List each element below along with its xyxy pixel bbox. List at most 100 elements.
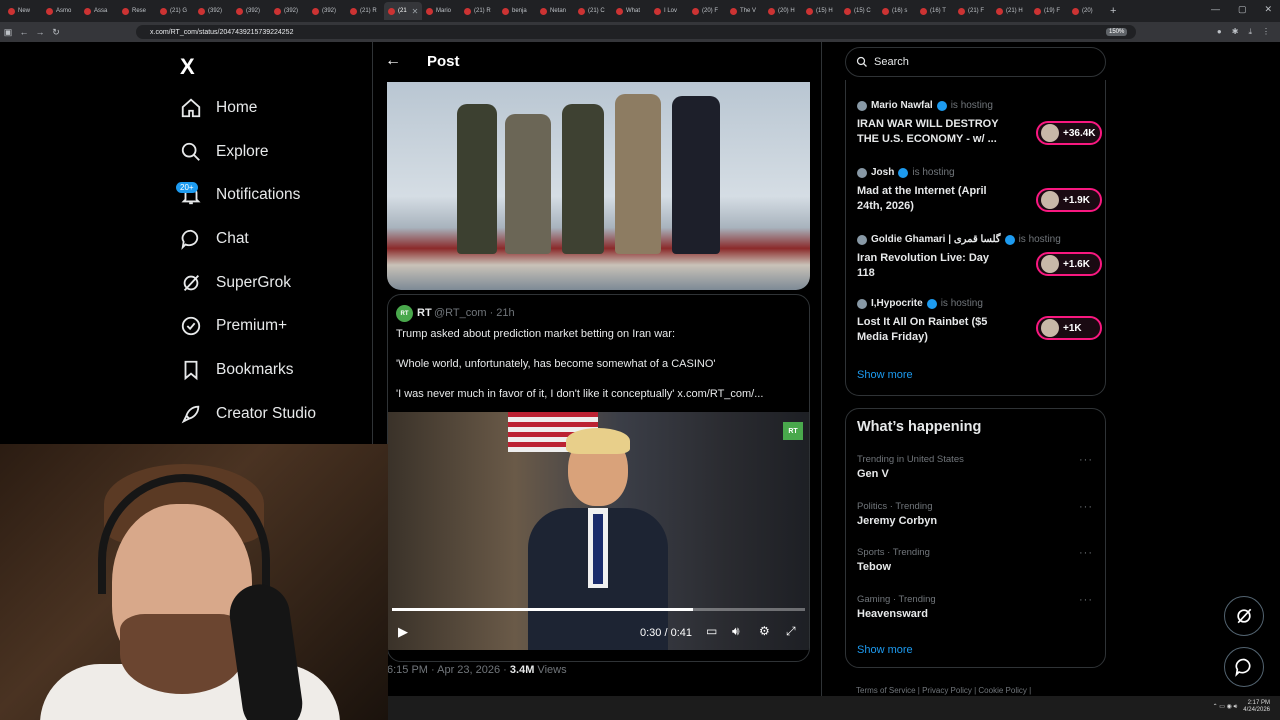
- browser-tab[interactable]: Netan: [536, 2, 574, 20]
- browser-tab[interactable]: (392): [232, 2, 270, 20]
- chat-fab-button[interactable]: [1224, 647, 1264, 687]
- nav-bookmarks[interactable]: Bookmarks: [180, 357, 294, 383]
- browser-tab[interactable]: Rese: [118, 2, 156, 20]
- browser-tab[interactable]: What: [612, 2, 650, 20]
- zoom-badge[interactable]: 150%: [1106, 28, 1128, 36]
- bottom-bar: [388, 696, 1280, 720]
- space-item[interactable]: Goldie Ghamari | گلسا قمری is hosting Ira…: [857, 234, 1102, 281]
- tab-title: (392): [284, 8, 299, 14]
- new-tab-button[interactable]: +: [1110, 5, 1116, 17]
- fullscreen-icon[interactable]: ⤢: [786, 624, 796, 639]
- forward-nav-icon[interactable]: →: [32, 27, 48, 37]
- browser-tab[interactable]: (16) s: [878, 2, 916, 20]
- more-options-icon[interactable]: ···: [1079, 547, 1093, 559]
- browser-tab[interactable]: (16) T: [916, 2, 954, 20]
- close-window-icon[interactable]: ✕: [1264, 4, 1272, 15]
- nav-home[interactable]: Home: [180, 95, 257, 121]
- back-arrow-icon[interactable]: ←: [385, 52, 401, 70]
- back-nav-icon[interactable]: ←: [16, 27, 32, 37]
- avatar[interactable]: RT: [396, 305, 413, 322]
- space-item[interactable]: Josh is hosting Mad at the Internet (Apri…: [857, 167, 1102, 214]
- browser-tab[interactable]: (20) F: [688, 2, 726, 20]
- space-listeners-pill[interactable]: +1.6K: [1036, 252, 1102, 276]
- post-timestamp[interactable]: 6:15 PM · Apr 23, 2026 ·: [387, 664, 510, 676]
- tray-icons[interactable]: ⌃ ▭ ◉ 🔊︎: [1213, 703, 1238, 711]
- quote-author-handle[interactable]: @RT_com · 21h: [434, 307, 515, 319]
- chat-icon: [181, 229, 199, 250]
- more-options-icon[interactable]: ···: [1079, 594, 1093, 606]
- minimize-icon[interactable]: —: [1211, 4, 1220, 15]
- footer-links[interactable]: Terms of Service | Privacy Policy | Cook…: [856, 686, 1031, 695]
- browser-tab[interactable]: (20) H: [764, 2, 802, 20]
- browser-tab[interactable]: (15) C: [840, 2, 878, 20]
- play-icon[interactable]: ▶: [398, 624, 408, 640]
- downloads-icon[interactable]: ⤓: [1248, 27, 1252, 37]
- maximize-icon[interactable]: ▢: [1238, 4, 1247, 15]
- browser-tab[interactable]: (21 ✕: [384, 2, 422, 20]
- browser-tab[interactable]: (20): [1068, 2, 1106, 20]
- rocket-icon: [181, 405, 200, 424]
- browser-tab[interactable]: Asmo: [42, 2, 80, 20]
- browser-tab[interactable]: (21) R: [346, 2, 384, 20]
- profile-icon[interactable]: ●: [1217, 27, 1222, 37]
- more-options-icon[interactable]: ···: [1079, 501, 1093, 513]
- trends-show-more-link[interactable]: Show more: [857, 644, 913, 656]
- settings-gear-icon[interactable]: ⚙: [759, 624, 770, 638]
- browser-tab[interactable]: Mario: [422, 2, 460, 20]
- browser-tab[interactable]: The V: [726, 2, 764, 20]
- nav-chat-label: Chat: [216, 230, 249, 247]
- browser-tab[interactable]: (21) H: [992, 2, 1030, 20]
- x-logo[interactable]: X: [180, 54, 195, 80]
- quoted-post[interactable]: RT RT @RT_com · 21h Trump asked about pr…: [387, 294, 810, 662]
- more-options-icon[interactable]: ···: [1079, 454, 1093, 466]
- browser-tab[interactable]: benja: [498, 2, 536, 20]
- space-listeners-pill[interactable]: +36.4K: [1036, 121, 1102, 145]
- sidebar-toggle-icon[interactable]: ▣: [0, 27, 16, 38]
- url-field[interactable]: x.com/RT_com/status/2047439215739224252: [136, 25, 1136, 39]
- tab-close-icon[interactable]: ✕: [412, 7, 419, 16]
- browser-tab[interactable]: (21) G: [156, 2, 194, 20]
- nav-supergrok[interactable]: SuperGrok: [180, 270, 291, 296]
- search-input[interactable]: Search: [845, 47, 1106, 77]
- browser-tab[interactable]: (15) H: [802, 2, 840, 20]
- nav-premium[interactable]: Premium+: [180, 313, 287, 339]
- trend-item[interactable]: Gaming · Trending Heavensward ···: [857, 594, 1097, 620]
- volume-icon[interactable]: 🔊︎: [732, 624, 740, 639]
- browser-tab[interactable]: (21) F: [954, 2, 992, 20]
- trend-item[interactable]: Sports · Trending Tebow ···: [857, 547, 1097, 573]
- video-player[interactable]: RT ▶ 0:30 / 0:41 ▭ 🔊︎ ⚙ ⤢: [388, 412, 809, 650]
- extensions-icon[interactable]: ✱: [1232, 27, 1239, 37]
- browser-tab[interactable]: New: [4, 2, 42, 20]
- search-placeholder: Search: [874, 56, 909, 68]
- reload-icon[interactable]: ↻: [48, 27, 64, 38]
- browser-tab[interactable]: (392): [270, 2, 308, 20]
- nav-chat[interactable]: Chat: [180, 226, 249, 252]
- browser-tab[interactable]: (19) F: [1030, 2, 1068, 20]
- space-item[interactable]: Mario Nawfal is hosting IRAN WAR WILL DES…: [857, 100, 1102, 147]
- trend-item[interactable]: Trending in United States Gen V ···: [857, 454, 1097, 480]
- video-progress-bar[interactable]: [392, 608, 805, 611]
- post-photo[interactable]: [387, 82, 810, 290]
- tab-title: Netan: [550, 8, 567, 14]
- trend-item[interactable]: Politics · Trending Jeremy Corbyn ···: [857, 501, 1097, 527]
- browser-tab[interactable]: (21) R: [460, 2, 498, 20]
- space-listeners-pill[interactable]: +1K: [1036, 316, 1102, 340]
- browser-tab[interactable]: I Lov: [650, 2, 688, 20]
- browser-tab[interactable]: Assa: [80, 2, 118, 20]
- browser-tab[interactable]: (21) C: [574, 2, 612, 20]
- tray-clock[interactable]: 2:17 PM 4/24/2026: [1243, 700, 1270, 714]
- tab-title: (20) F: [702, 8, 719, 14]
- spaces-show-more-link[interactable]: Show more: [857, 369, 913, 381]
- captions-icon[interactable]: ▭: [706, 624, 717, 638]
- quote-author-name[interactable]: RT: [417, 307, 432, 319]
- space-hosting-label: is hosting: [950, 100, 993, 111]
- menu-icon[interactable]: ⋮: [1262, 27, 1270, 37]
- nav-explore[interactable]: Explore: [180, 139, 269, 165]
- space-item[interactable]: I,Hypocrite is hosting Lost It All On Rai…: [857, 298, 1102, 345]
- browser-tab[interactable]: (392): [308, 2, 346, 20]
- browser-tab[interactable]: (392): [194, 2, 232, 20]
- nav-creator-studio[interactable]: Creator Studio: [180, 401, 316, 427]
- nav-notifications[interactable]: Notifications: [180, 182, 300, 208]
- space-listeners-pill[interactable]: +1.9K: [1036, 188, 1102, 212]
- grok-fab-button[interactable]: [1224, 596, 1264, 636]
